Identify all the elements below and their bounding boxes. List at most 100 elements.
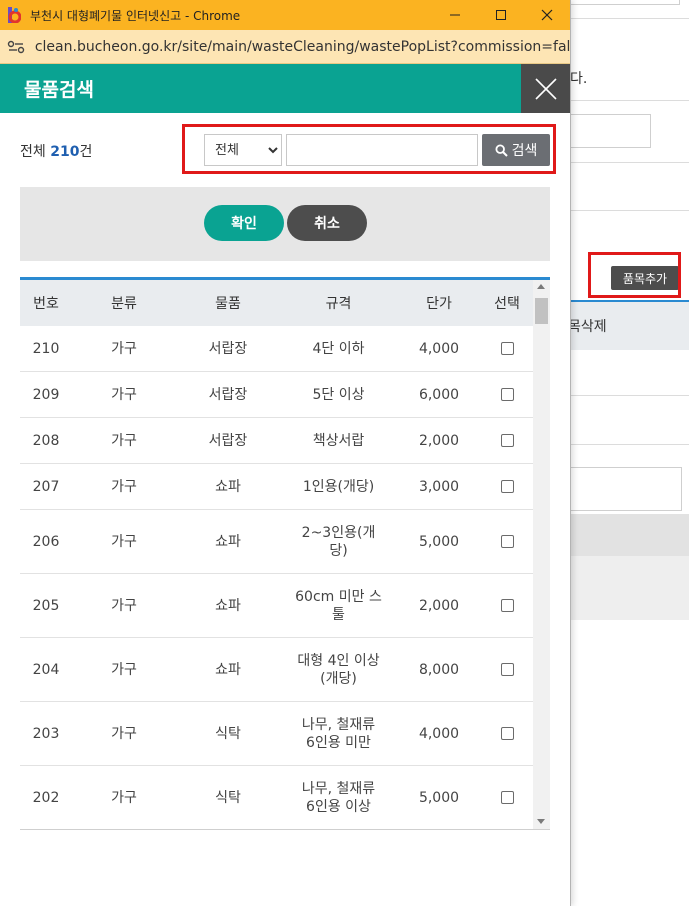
cell-item: 쇼파 — [215, 533, 241, 550]
cell-item: 쇼파 — [215, 597, 241, 614]
select-checkbox[interactable] — [500, 535, 514, 548]
total-count: 210 — [50, 144, 80, 160]
cell-no: 205 — [32, 597, 60, 614]
window-close-button[interactable] — [524, 0, 570, 30]
minimize-icon — [450, 14, 460, 16]
total-count-label: 전체 210건 — [20, 141, 92, 161]
cell-no: 210 — [32, 340, 60, 357]
select-checkbox[interactable] — [500, 663, 514, 676]
bg-input-field[interactable] — [570, 467, 682, 511]
cell-item: 식탁 — [215, 789, 241, 806]
confirm-button[interactable]: 확인 — [204, 205, 284, 241]
cell-price: 5,000 — [418, 789, 460, 806]
popup-close-button[interactable] — [521, 64, 570, 113]
app-icon — [6, 7, 22, 23]
table-row: 209 가구 서랍장 5단 이상 6,000 — [20, 372, 533, 418]
bg-divider — [570, 100, 689, 101]
search-button-label: 검색 — [511, 143, 538, 159]
bg-table-header-label: 목삭제 — [568, 319, 607, 335]
cell-spec: 책상서랍 — [312, 432, 365, 449]
select-checkbox[interactable] — [500, 434, 514, 447]
cell-category: 가구 — [111, 533, 137, 550]
maximize-icon — [496, 10, 506, 20]
bg-divider — [570, 210, 689, 211]
cell-item: 식탁 — [215, 725, 241, 742]
select-checkbox[interactable] — [500, 480, 514, 493]
select-checkbox[interactable] — [500, 727, 514, 740]
bg-gray-row — [570, 514, 689, 556]
bg-input-top[interactable] — [570, 0, 680, 5]
select-checkbox[interactable] — [500, 599, 514, 612]
cell-price: 8,000 — [418, 661, 460, 678]
bg-divider — [570, 395, 689, 396]
window-title: 부천시 대형폐기물 인터넷신고 - Chrome — [30, 8, 241, 23]
cell-category: 가구 — [111, 597, 137, 614]
table-row: 207 가구 쇼파 1인용(개당) 3,000 — [20, 464, 533, 510]
scroll-up-arrow-icon[interactable] — [537, 284, 545, 289]
column-header-item: 물품 — [215, 296, 241, 312]
cell-select — [481, 599, 533, 612]
cell-price: 6,000 — [418, 386, 460, 403]
cell-category: 가구 — [111, 661, 137, 678]
cell-price: 3,000 — [418, 478, 460, 495]
cell-select — [481, 434, 533, 447]
category-select[interactable]: 전체 — [204, 134, 282, 166]
popup-title: 물품검색 — [24, 79, 94, 101]
cell-price: 2,000 — [418, 597, 460, 614]
window-titlebar[interactable]: 부천시 대형폐기물 인터넷신고 - Chrome — [0, 0, 570, 30]
bg-partial-text: 다. — [570, 71, 588, 87]
cell-select — [481, 342, 533, 355]
maximize-button[interactable] — [478, 0, 524, 30]
cell-spec: 2~3인용(개 당) — [301, 524, 376, 559]
table-row: 208 가구 서랍장 책상서랍 2,000 — [20, 418, 533, 464]
minimize-button[interactable] — [432, 0, 478, 30]
item-table: 번호 분류 물품 규격 단가 선택 210 가구 서랍장 4단 이하 4,000… — [20, 277, 550, 830]
search-input[interactable] — [286, 134, 478, 166]
search-button[interactable]: 검색 — [482, 134, 550, 166]
cell-spec: 대형 4인 이상 (개당) — [297, 652, 380, 687]
window-close-icon — [541, 9, 553, 21]
cell-spec: 1인용(개당) — [302, 478, 375, 495]
total-prefix: 전체 — [20, 144, 51, 160]
cell-select — [481, 388, 533, 401]
cell-category: 가구 — [111, 725, 137, 742]
table-row: 204 가구 쇼파 대형 4인 이상 (개당) 8,000 — [20, 638, 533, 702]
cell-price: 5,000 — [418, 533, 460, 550]
column-header-no: 번호 — [33, 296, 59, 312]
cancel-button[interactable]: 취소 — [287, 205, 367, 241]
cell-item: 쇼파 — [215, 478, 241, 495]
highlight-box — [588, 252, 681, 298]
select-checkbox[interactable] — [500, 791, 514, 804]
column-header-select: 선택 — [494, 296, 520, 312]
table-scrollbar[interactable] — [533, 280, 550, 829]
bg-input-field[interactable] — [570, 114, 651, 148]
cell-spec: 5단 이상 — [312, 386, 365, 403]
select-checkbox[interactable] — [500, 388, 514, 401]
action-panel: 확인 취소 — [20, 187, 550, 261]
cell-spec: 나무, 철재류 6인용 미만 — [301, 716, 376, 751]
select-checkbox[interactable] — [500, 342, 514, 355]
cell-item: 서랍장 — [208, 386, 248, 403]
popup-window: 부천시 대형폐기물 인터넷신고 - Chrome clean.bucheon.g… — [0, 0, 571, 906]
table-header: 번호 분류 물품 규격 단가 선택 — [20, 280, 533, 326]
site-info-icon[interactable] — [6, 36, 27, 58]
cell-item: 서랍장 — [208, 432, 248, 449]
cell-select — [481, 727, 533, 740]
scroll-thumb[interactable] — [535, 298, 548, 324]
cell-price: 4,000 — [418, 340, 460, 357]
url-text: clean.bucheon.go.kr/site/main/wasteClean… — [34, 38, 570, 55]
table-row: 202 가구 식탁 나무, 철재류 6인용 이상 5,000 — [20, 766, 533, 829]
table-row: 210 가구 서랍장 4단 이하 4,000 — [20, 326, 533, 372]
column-header-category: 분류 — [111, 296, 137, 312]
bg-divider — [570, 162, 689, 163]
table-row: 206 가구 쇼파 2~3인용(개 당) 5,000 — [20, 510, 533, 574]
scroll-down-arrow-icon[interactable] — [537, 819, 545, 824]
table-row: 205 가구 쇼파 60cm 미만 스 툴 2,000 — [20, 574, 533, 638]
cell-category: 가구 — [111, 789, 137, 806]
cell-no: 209 — [32, 386, 60, 403]
cell-item: 쇼파 — [215, 661, 241, 678]
column-header-spec: 규격 — [325, 296, 352, 312]
cell-select — [481, 480, 533, 493]
address-bar[interactable]: clean.bucheon.go.kr/site/main/wasteClean… — [0, 30, 570, 64]
cell-no: 208 — [32, 432, 60, 449]
